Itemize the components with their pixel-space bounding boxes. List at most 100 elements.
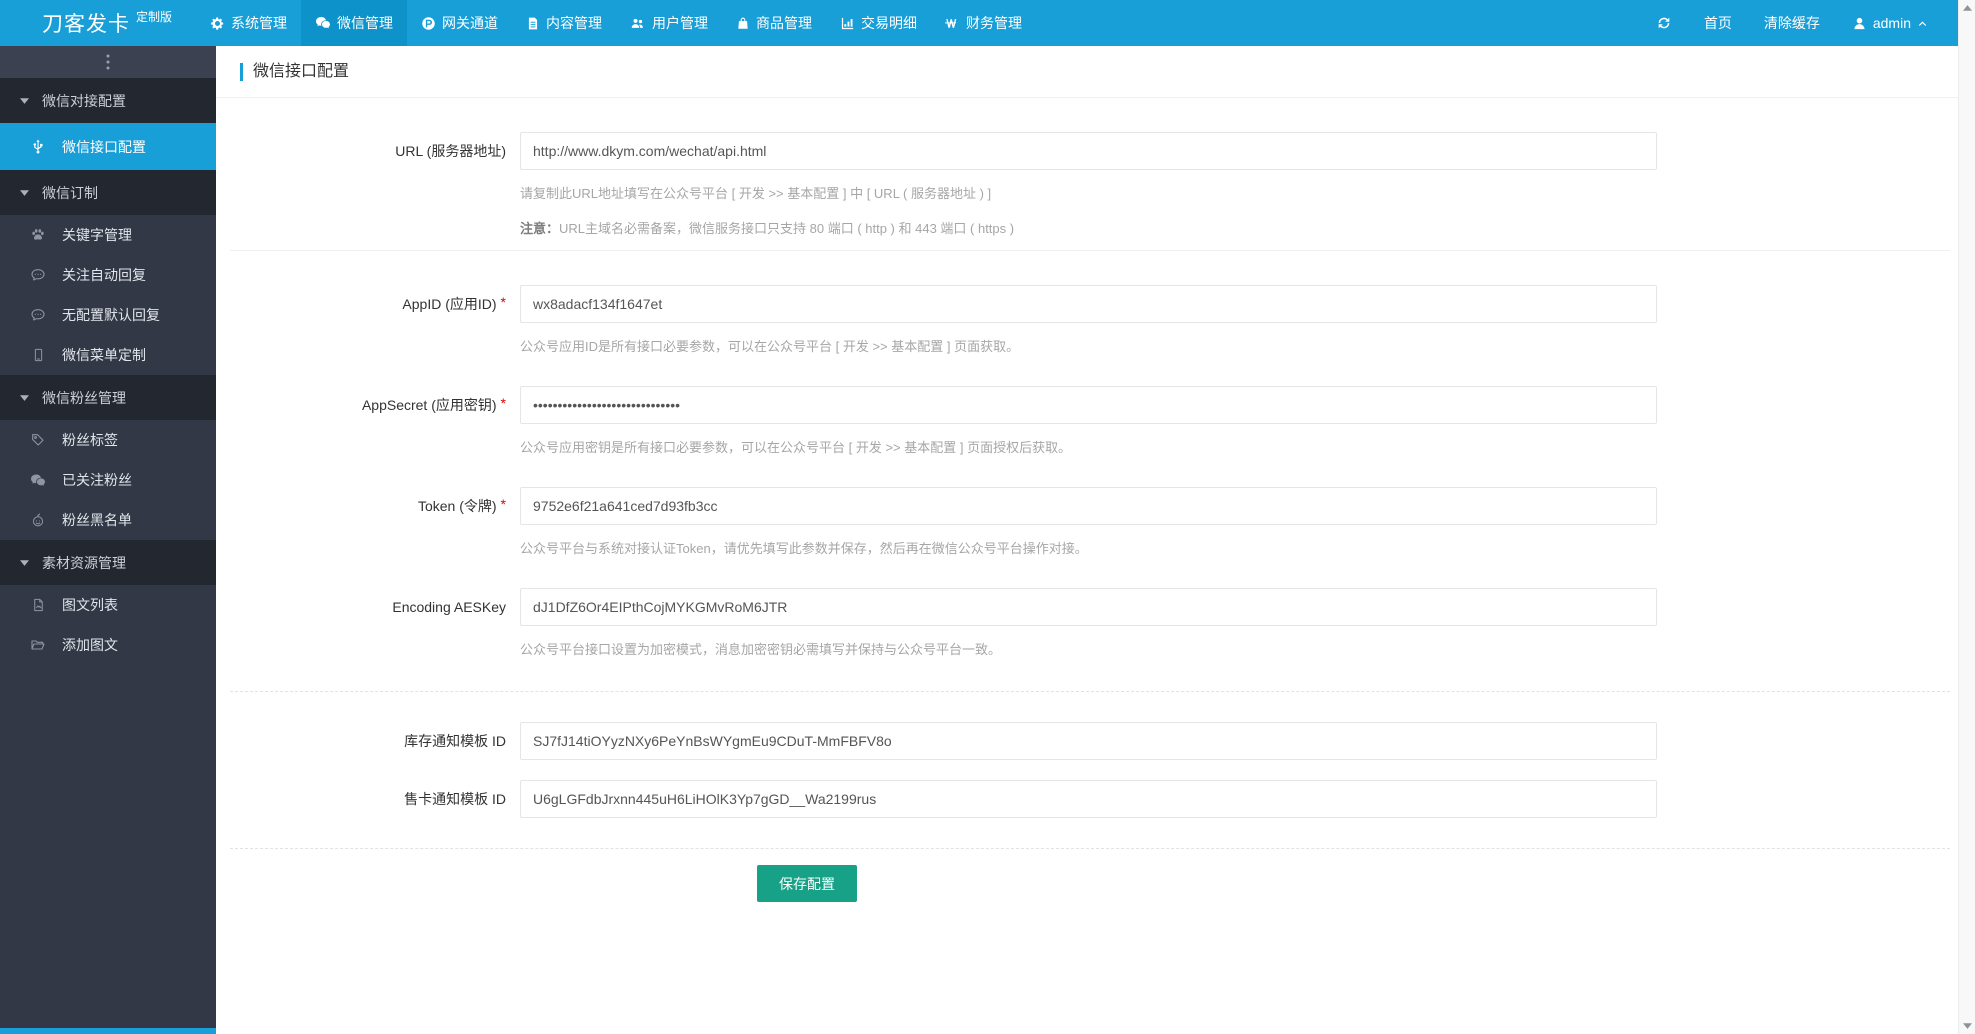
form-row-token: Token (令牌)* 公众号平台与系统对接认证Token，请优先填写此参数并保… <box>216 487 1958 560</box>
sidebar-item-label: 微信菜单定制 <box>62 347 146 363</box>
nav-item-gateway[interactable]: 网关通道 <box>407 0 512 46</box>
section-divider-dashed <box>230 848 1950 849</box>
sidebar-item-fan-blacklist[interactable]: 粉丝黑名单 <box>0 500 216 540</box>
comment-dots-icon <box>30 267 46 283</box>
nav-item-transactions[interactable]: 交易明细 <box>826 0 931 46</box>
caret-down-icon <box>20 188 29 197</box>
sidebar-item-label: 关注自动回复 <box>62 267 146 283</box>
home-label: 首页 <box>1703 15 1732 31</box>
appid-label: AppID (应用ID) * <box>402 294 506 312</box>
required-mark: * <box>500 294 506 310</box>
form-actions: 保存配置 <box>216 865 1958 902</box>
appsecret-hint: 公众号应用密钥是所有接口必要参数，可以在公众号平台 [ 开发 >> 基本配置 ]… <box>520 440 1072 455</box>
brand-badge: 定制版 <box>136 9 173 24</box>
main-nav: 系统管理 微信管理 网关通道 内容管理 用户管理 商品管理 交易明细 财务管理 <box>196 0 1036 46</box>
appsecret-input[interactable] <box>520 386 1657 424</box>
nav-item-wechat[interactable]: 微信管理 <box>301 0 407 46</box>
save-config-button[interactable]: 保存配置 <box>757 865 857 902</box>
nav-item-users[interactable]: 用户管理 <box>616 0 722 46</box>
section-divider <box>230 250 1950 251</box>
sidebar-group-label: 微信对接配置 <box>42 92 126 109</box>
stock-template-label: 库存通知模板 ID <box>404 733 506 749</box>
caret-down-icon <box>20 558 29 567</box>
home-link[interactable]: 首页 <box>1688 0 1748 46</box>
nav-label: 用户管理 <box>652 15 708 31</box>
page-header: 微信接口配置 <box>216 46 1958 98</box>
sidebar-item-label: 微信接口配置 <box>62 138 146 155</box>
sidebar-item-label: 无配置默认回复 <box>62 307 160 323</box>
sidebar-item-add-article[interactable]: 添加图文 <box>0 625 216 665</box>
sidebar-item-wechat-api-config[interactable]: 微信接口配置 <box>0 123 216 170</box>
refresh-button[interactable] <box>1640 0 1688 46</box>
form-row-aeskey: Encoding AESKey 公众号平台接口设置为加密模式，消息加密密钥必需填… <box>216 588 1958 661</box>
nav-label: 商品管理 <box>756 15 812 31</box>
blacklist-face-icon <box>30 512 46 528</box>
aeskey-input[interactable] <box>520 588 1657 626</box>
username: admin <box>1872 15 1911 31</box>
required-mark: * <box>500 496 506 512</box>
sidebar-group-fans-manage[interactable]: 微信粉丝管理 <box>0 375 216 420</box>
topbar-right-menu: 首页 清除缓存 admin <box>1640 0 1958 46</box>
ellipsis-v-icon <box>106 54 110 70</box>
top-navbar: 刀客发卡 定制版 系统管理 微信管理 网关通道 内容管理 用户管理 商品管理 交… <box>0 0 1958 46</box>
nav-item-content[interactable]: 内容管理 <box>512 0 616 46</box>
sidebar-group-material-manage[interactable]: 素材资源管理 <box>0 540 216 585</box>
nav-label: 内容管理 <box>546 15 602 31</box>
clear-cache-link[interactable]: 清除缓存 <box>1748 0 1836 46</box>
scroll-up-arrow-icon[interactable] <box>1959 0 1975 17</box>
appsecret-label: AppSecret (应用密钥) * <box>361 395 506 413</box>
nav-item-finance[interactable]: 财务管理 <box>931 0 1036 46</box>
sidebar-item-default-reply[interactable]: 无配置默认回复 <box>0 295 216 335</box>
url-note: 注意：URL主域名必需备案，微信服务接口只支持 80 端口 ( http ) 和… <box>520 221 1015 236</box>
mobile-icon <box>30 347 46 363</box>
money-won-icon <box>945 16 960 31</box>
image-file-icon <box>30 597 46 613</box>
tag-icon <box>30 432 46 448</box>
form-row-card-template: 售卡通知模板 ID <box>216 780 1958 818</box>
folder-open-icon <box>30 637 46 653</box>
nav-label: 微信管理 <box>337 15 393 31</box>
sidebar-item-label: 添加图文 <box>62 637 118 653</box>
chevron-up-icon <box>1917 18 1928 29</box>
sidebar-group-wechat-custom[interactable]: 微信订制 <box>0 170 216 215</box>
clear-cache-label: 清除缓存 <box>1763 15 1820 31</box>
refresh-icon <box>1656 15 1672 31</box>
sidebar-item-follow-auto-reply[interactable]: 关注自动回复 <box>0 255 216 295</box>
form-row-url: URL (服务器地址) 请复制此URL地址填写在公众号平台 [ 开发 >> 基本… <box>216 132 1958 240</box>
sidebar-item-label: 图文列表 <box>62 597 118 613</box>
appid-input[interactable] <box>520 285 1657 323</box>
appid-hint: 公众号应用ID是所有接口必要参数，可以在公众号平台 [ 开发 >> 基本配置 ]… <box>520 339 1020 354</box>
sidebar-collapse-toggle[interactable] <box>0 46 216 78</box>
sidebar-item-wechat-menu[interactable]: 微信菜单定制 <box>0 335 216 375</box>
nav-label: 财务管理 <box>966 15 1022 31</box>
nav-label: 网关通道 <box>442 15 498 31</box>
scroll-down-arrow-icon[interactable] <box>1959 1017 1975 1034</box>
scrollbar[interactable] <box>1958 0 1975 1034</box>
sidebar-item-article-list[interactable]: 图文列表 <box>0 585 216 625</box>
token-label: Token (令牌) * <box>417 496 506 514</box>
stock-template-input[interactable] <box>520 722 1657 760</box>
wechat-config-form: URL (服务器地址) 请复制此URL地址填写在公众号平台 [ 开发 >> 基本… <box>216 98 1958 902</box>
bar-chart-icon <box>840 16 855 31</box>
card-template-input[interactable] <box>520 780 1657 818</box>
form-row-stock-template: 库存通知模板 ID <box>216 722 1958 760</box>
content-file-icon <box>526 16 540 31</box>
sidebar-item-label: 已关注粉丝 <box>62 472 132 488</box>
nav-label: 交易明细 <box>861 15 917 31</box>
sidebar-item-keyword-manage[interactable]: 关键字管理 <box>0 215 216 255</box>
sidebar-item-label: 关键字管理 <box>62 227 132 243</box>
sidebar-item-fan-tags[interactable]: 粉丝标签 <box>0 420 216 460</box>
comment-dots-icon <box>30 307 46 323</box>
required-mark: * <box>500 395 506 411</box>
sidebar-group-wechat-config[interactable]: 微信对接配置 <box>0 78 216 123</box>
user-menu[interactable]: admin <box>1836 0 1944 46</box>
token-input[interactable] <box>520 487 1657 525</box>
nav-item-goods[interactable]: 商品管理 <box>722 0 826 46</box>
wechat-icon <box>315 15 331 31</box>
sidebar-item-followed-fans[interactable]: 已关注粉丝 <box>0 460 216 500</box>
sidebar-item-label: 粉丝标签 <box>62 432 118 448</box>
nav-item-system[interactable]: 系统管理 <box>196 0 301 46</box>
url-input[interactable] <box>520 132 1657 170</box>
sidebar-item-label: 粉丝黑名单 <box>62 512 132 528</box>
brand-logo[interactable]: 刀客发卡 定制版 <box>0 0 196 46</box>
